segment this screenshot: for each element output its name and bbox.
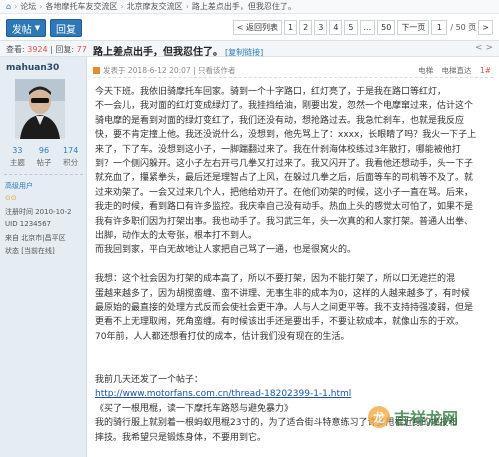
page-2[interactable]: 2	[299, 20, 313, 35]
post-time: 发表于 2018-6-12 20:07	[103, 66, 191, 75]
watermark-text: 吉祥龙网	[394, 409, 459, 428]
register-date: 注册时间 2010-10-2	[5, 208, 72, 216]
page-1[interactable]: 1	[284, 20, 298, 35]
post-line: 就充血了，攥紧拳头，最后还是理智占了上风，在躲过几拳之后，后面等车的司机等不及了…	[95, 173, 474, 184]
prev-thread-icon[interactable]: <	[475, 43, 483, 53]
post-content: 今天下班。我依旧骑摩托车回家。骑到一个十字路口，红灯亮了，于是我在路口等红灯， 不…	[95, 85, 499, 445]
thread-header: 查看: 3924 | 回复: 77 路上差点出手，但我忍住了。 [复制链接] < …	[0, 40, 499, 58]
post-line	[95, 359, 499, 373]
thread-nav: < >	[475, 43, 493, 53]
page-5[interactable]: 5	[344, 20, 358, 35]
post-line: 我有许多职们因为打架出事。我也动手了。我习武三年，头一次真的和人家打架。普通人出…	[95, 216, 474, 227]
watermark-logo-icon: 龙	[368, 406, 390, 428]
author-sidebar: mahuan30 33 主题 96 帖子 174 积分 高级用户 ⊙⊙ 注册时间 20…	[0, 57, 87, 457]
post-line: 我走的时候，看到路口有许多监控。我庆幸自己没有动手。热血上头的感觉太可怕了，如果…	[95, 202, 474, 213]
user-uid: UID 1234567	[5, 220, 51, 228]
post-line: 而我回到家，平白无故地让人家把自己骂了一通，也是很窝火的。	[95, 245, 357, 256]
post-line: 我想：这个社会因为打架的成本高了，所以不要打架，因为不能打架了，所以口无遮拦的混	[95, 274, 456, 285]
post-line: 蛋越来越多了，因为胡搅蛮缠、蛮不讲理、无事生非的成本为0，这样的人越来越多了，有…	[95, 288, 470, 299]
post-divider	[93, 77, 493, 78]
author-name[interactable]: mahuan30	[6, 63, 59, 73]
post-line: 我前几天还发了一个帖子：	[95, 375, 204, 386]
post-body: 发表于 2018-6-12 20:07 | 只看该作者 电梯 电梯直达 1# 今…	[87, 57, 499, 457]
breadcrumb-region[interactable]: 各地摩托车友交流区	[45, 1, 117, 12]
pager: < 返回列表 1 2 3 4 5 ... 50 下一页 1 / 50 页 >	[231, 20, 493, 35]
post-tools: 电梯 电梯直达 1#	[412, 65, 491, 76]
page-jump-input[interactable]: 1	[431, 20, 448, 35]
elevator-jump-link[interactable]: 电梯直达	[442, 66, 472, 75]
post-line: 摔技。我希望只是锻炼身体，不要用到它。	[95, 432, 267, 443]
copy-link-button[interactable]: [复制链接]	[225, 48, 263, 57]
elevator-label: 电梯	[418, 66, 434, 75]
sidebar-divider	[4, 174, 83, 175]
online-icon	[93, 67, 100, 74]
post-line: 骑电摩的是看到对面的绿灯变红了，我们还没有动，想抢路过去。我急忙刹车，也就是我反…	[95, 115, 465, 126]
stat-threads[interactable]: 33 主题	[4, 146, 31, 168]
home-icon[interactable]: ⌂	[6, 2, 11, 11]
next-thread-icon[interactable]: >	[485, 43, 493, 53]
thread-title: 路上差点出手，但我忍住了。 [复制链接]	[93, 47, 264, 58]
breadcrumb-forum[interactable]: 论坛	[20, 1, 36, 12]
avatar[interactable]	[15, 79, 65, 139]
post-line: 到？一个侧闪躲开。这小子左右开弓几拳又打过来了。我又闪开了。我看他还想动手，头一…	[95, 159, 474, 170]
breadcrumb: ⌂ › 论坛 › 各地摩托车友交流区 › 北京摩友交流区 › 路上差点出手，但我…	[0, 0, 499, 14]
post-line	[95, 344, 499, 358]
post-line: 今天下班。我依旧骑摩托车回家。骑到一个十字路口，红灯亮了，于是我在路口等红灯，	[95, 87, 447, 97]
post-line: 出脚，动作太的太夸张，根本打不到人。	[95, 231, 258, 242]
medal-icons: ⊙⊙	[5, 194, 17, 202]
post-line: 70年前，人人都还想看打仗的成本，估计我们没有现在的生活。	[95, 331, 350, 342]
page-3[interactable]: 3	[314, 20, 328, 35]
stat-points[interactable]: 174 积分	[57, 146, 84, 168]
user-status: 状态 [当前在线]	[5, 247, 55, 255]
breadcrumb-beijing[interactable]: 北京摩友交流区	[127, 1, 183, 12]
new-post-button[interactable]: 发帖 ▼	[6, 19, 46, 37]
back-to-list-button[interactable]: < 返回列表	[232, 20, 283, 35]
page-last[interactable]: 50	[377, 20, 396, 35]
post-line: 过来劝架了。一会又过来几个人，把他给劝开了。在他们劝架的时候，这小子一直在骂。后…	[95, 187, 474, 198]
page-ellipsis: ...	[359, 20, 376, 35]
user-group[interactable]: 高级用户	[5, 181, 33, 191]
post-line: 更看不上无理取闹，死角蛮缠。有时候该出手还是要出手，不要让软成本，就像山东的于欢…	[95, 317, 465, 328]
post-line: 来了，下了车。没想到这小子，一脚踹翻过来了。我在什刹海体校练过3年散打，哪能被他…	[95, 144, 461, 155]
post-line: http://www.motorfans.com.cn/thread-18202…	[95, 387, 499, 401]
caret-down-icon: ▼	[34, 24, 41, 32]
author-only-link[interactable]: | 只看该作者	[193, 65, 235, 76]
post-line: 不一会儿，我对面的红灯变成绿灯了。我挂挡给油，刚要出发，忽然一个电摩窜过来，估计…	[95, 101, 474, 112]
post-line: 最原始的最直接的处理方式反而会使社会更干净。人与人之间更平等。我不支持持强凌弱，…	[95, 303, 474, 314]
watermark: 龙 吉祥龙网	[368, 405, 458, 429]
page-4[interactable]: 4	[329, 20, 343, 35]
post-meta: 发表于 2018-6-12 20:07 | 只看该作者	[93, 65, 236, 76]
author-stats: 33 主题 96 帖子 174 积分	[4, 146, 84, 168]
stat-posts[interactable]: 96 帖子	[31, 146, 58, 168]
page-total: / 50 页	[450, 23, 477, 32]
view-count: 查看: 3924 | 回复: 77	[6, 45, 87, 54]
reply-button[interactable]: 回复	[50, 19, 82, 37]
post-line: 快，要不肯定撞上他。我还没说什么，没想到，他先骂上了：xxxx，长眼睛了吗？我火…	[95, 130, 477, 141]
go-page-button[interactable]: >	[478, 20, 493, 35]
floor-number[interactable]: 1#	[480, 66, 491, 75]
thread-toolbar: 发帖 ▼ 回复 < 返回列表 1 2 3 4 5 ... 50 下一页 1 / 5…	[0, 14, 499, 40]
thread-link[interactable]: http://www.motorfans.com.cn/thread-18202…	[95, 389, 351, 399]
next-page-button[interactable]: 下一页	[397, 20, 430, 35]
post-line	[95, 258, 499, 272]
breadcrumb-thread: 路上差点出手，但我忍住了。	[191, 2, 296, 11]
user-location: 来自 北京市|昌平区	[5, 234, 66, 242]
